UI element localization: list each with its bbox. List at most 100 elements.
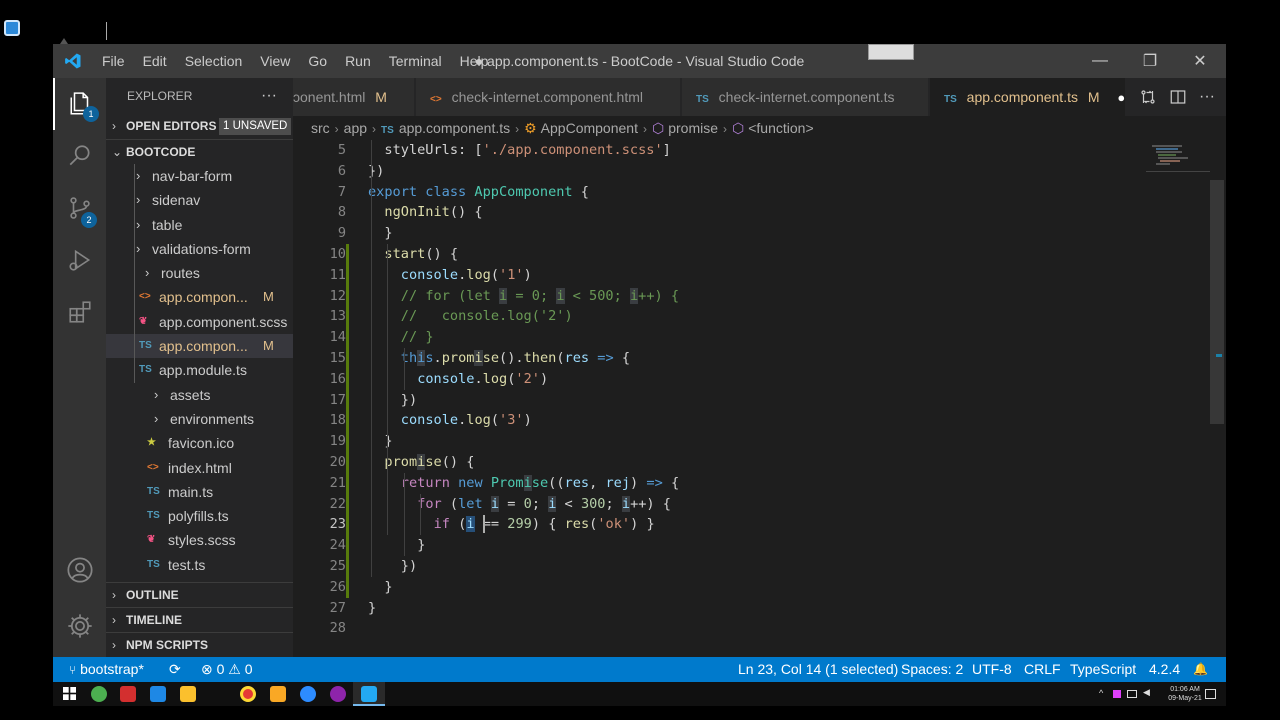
tree-file[interactable]: TS main.ts xyxy=(106,480,293,504)
tab-check-internet-ts[interactable]: TS check-internet.component.ts xyxy=(682,78,929,116)
open-changes-icon[interactable] xyxy=(1139,88,1157,106)
problems-item[interactable]: ⊗ 0 ⚠ 0 xyxy=(201,657,253,682)
tray-app-icon[interactable] xyxy=(1113,690,1121,698)
code-line[interactable]: 6}) xyxy=(293,161,1146,182)
menu-selection[interactable]: Selection xyxy=(176,44,252,78)
vscode-taskbar-button[interactable] xyxy=(353,682,385,706)
breadcrumb-src[interactable]: src xyxy=(311,120,330,136)
code-line[interactable]: 14 // } xyxy=(293,327,1146,348)
tree-file[interactable]: <> index.html xyxy=(106,456,293,480)
more-actions-icon[interactable]: ··· xyxy=(261,78,277,114)
code-line[interactable]: 21 return new Promise((res, rej) => { xyxy=(293,472,1146,494)
menu-edit[interactable]: Edit xyxy=(134,44,176,78)
windows-start-icon[interactable] xyxy=(63,687,76,700)
code-line[interactable]: 8 ngOnInit() { xyxy=(293,202,1146,223)
tree-folder[interactable]: › assets xyxy=(106,383,293,407)
code-editor[interactable]: 5 styleUrls: ['./app.component.scss'] 6}) 7… xyxy=(293,140,1146,657)
bootcode-root-folder[interactable]: ⌄ BOOTCODE xyxy=(106,139,293,164)
overlay-widget[interactable] xyxy=(868,44,914,60)
code-line[interactable]: 24} xyxy=(293,535,1146,556)
tree-folder[interactable]: › environments xyxy=(106,407,293,431)
code-line[interactable]: 20 promise() { xyxy=(293,452,1146,473)
code-line[interactable]: 27} xyxy=(293,598,1146,619)
cursor-position[interactable]: Ln 23, Col 14 (1 selected) xyxy=(738,657,898,682)
chrome-icon[interactable] xyxy=(240,686,256,702)
code-line[interactable]: 15 this.promise().then(res => { xyxy=(293,348,1146,369)
code-line[interactable]: 7 export class AppComponent { xyxy=(293,182,1146,203)
tree-file[interactable]: TS test.ts xyxy=(106,553,293,577)
accounts-icon[interactable] xyxy=(53,544,106,596)
skype-icon[interactable] xyxy=(150,686,166,702)
code-line[interactable]: 28 xyxy=(293,618,1146,639)
menu-run[interactable]: Run xyxy=(336,44,380,78)
menu-go[interactable]: Go xyxy=(299,44,336,78)
code-line[interactable]: 10 start() { xyxy=(293,244,1146,265)
code-line[interactable]: 17}) xyxy=(293,389,1146,411)
breadcrumb-function[interactable]: <function> xyxy=(748,120,813,136)
tab-app-component-html[interactable]: ɔonent.html M xyxy=(293,78,415,116)
code-line[interactable]: 5 styleUrls: ['./app.component.scss'] xyxy=(293,140,1146,161)
encoding[interactable]: UTF-8 xyxy=(972,657,1012,682)
code-line[interactable]: 11 console.log('1') xyxy=(293,264,1146,286)
line-ending[interactable]: CRLF xyxy=(1024,657,1061,682)
breadcrumb-class[interactable]: AppComponent xyxy=(541,120,638,136)
tree-file[interactable]: ❦ styles.scss xyxy=(106,528,293,552)
code-line[interactable]: 26} xyxy=(293,576,1146,598)
language-mode[interactable]: TypeScript xyxy=(1070,657,1136,682)
source-control-icon[interactable]: 2 xyxy=(53,182,106,234)
app-purple-icon[interactable] xyxy=(330,686,346,702)
minimize-button[interactable]: — xyxy=(1075,44,1125,78)
code-line[interactable]: 25}) xyxy=(293,556,1146,577)
menu-terminal[interactable]: Terminal xyxy=(380,44,451,78)
unsaved-dot-icon[interactable]: ● xyxy=(1117,90,1125,105)
run-debug-icon[interactable] xyxy=(53,234,106,286)
git-branch-item[interactable]: ⑂ bootstrap* xyxy=(69,657,144,682)
search-icon[interactable] xyxy=(53,130,106,182)
indentation[interactable]: Spaces: 2 xyxy=(901,657,963,682)
file-explorer-icon[interactable] xyxy=(270,686,286,702)
zoom-icon[interactable] xyxy=(300,686,316,702)
code-line[interactable]: 18 console.log('3') xyxy=(293,410,1146,432)
sticky-notes-icon[interactable] xyxy=(180,686,196,702)
ts-version[interactable]: 4.2.4 xyxy=(1149,657,1180,682)
code-line[interactable]: 9} xyxy=(293,223,1146,244)
minimap-slider[interactable] xyxy=(1146,140,1210,172)
menu-file[interactable]: File xyxy=(93,44,134,78)
clock[interactable]: 01:06 AM 09-May-21 xyxy=(1165,685,1205,703)
app-red-icon[interactable] xyxy=(120,686,136,702)
open-editors-section[interactable]: › OPEN EDITORS 1 UNSAVED xyxy=(106,114,293,139)
tray-chevron-up-icon[interactable]: ^ xyxy=(1099,689,1103,698)
extensions-icon[interactable] xyxy=(53,286,106,338)
code-line[interactable]: 12// for (let i = 0; i < 500; i++) { xyxy=(293,285,1146,307)
outline-section[interactable]: › OUTLINE xyxy=(106,582,293,607)
breadcrumb-method[interactable]: promise xyxy=(668,120,718,136)
vscode-logo-icon[interactable] xyxy=(63,52,83,70)
tree-file[interactable]: ★ favicon.ico xyxy=(106,431,293,455)
menu-help[interactable]: Help xyxy=(451,44,498,78)
tab-check-internet-html[interactable]: <> check-internet.component.html xyxy=(416,78,681,116)
tab-app-component-ts[interactable]: TS app.component.ts M ● xyxy=(930,78,1126,116)
npm-scripts-section[interactable]: › NPM SCRIPTS xyxy=(106,632,293,657)
split-editor-icon[interactable] xyxy=(1169,88,1187,106)
restore-button[interactable]: ❐ xyxy=(1125,44,1175,78)
close-button[interactable]: ✕ xyxy=(1175,44,1225,78)
taskbar-app-icon[interactable] xyxy=(4,20,20,36)
network-icon[interactable] xyxy=(1127,690,1137,698)
timeline-section[interactable]: › TIMELINE xyxy=(106,607,293,632)
tree-file[interactable]: TS polyfills.ts xyxy=(106,504,293,528)
more-actions-icon[interactable]: ··· xyxy=(1199,88,1215,106)
explorer-icon[interactable]: 1 xyxy=(53,78,106,130)
menu-view[interactable]: View xyxy=(251,44,299,78)
code-line[interactable]: 19} xyxy=(293,431,1146,452)
notifications-bell-icon[interactable]: 🔔 xyxy=(1193,657,1208,682)
manage-gear-icon[interactable] xyxy=(53,600,106,652)
code-line[interactable]: 16 console.log('2') xyxy=(293,368,1146,390)
volume-icon[interactable]: ◀ xyxy=(1143,688,1150,697)
editor-scrollbar-thumb[interactable] xyxy=(1210,180,1224,424)
breadcrumb-file[interactable]: app.component.ts xyxy=(399,120,510,136)
breadcrumb-app[interactable]: app xyxy=(344,120,367,136)
sync-icon[interactable]: ⟳ xyxy=(169,657,181,682)
action-center-icon[interactable] xyxy=(1205,689,1216,699)
code-line[interactable]: 13 // console.log('2') xyxy=(293,306,1146,328)
app-green-icon[interactable] xyxy=(91,686,107,702)
